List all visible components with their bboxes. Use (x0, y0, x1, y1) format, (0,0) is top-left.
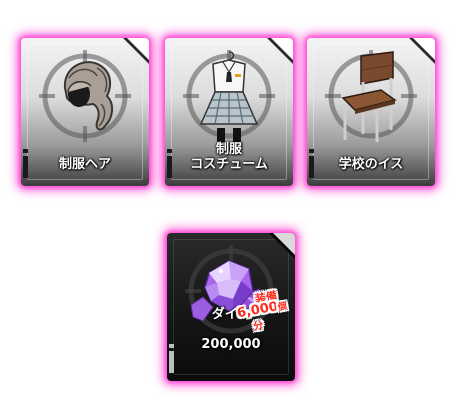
reward-card-uniform-costume[interactable]: 制服 コスチューム (165, 38, 293, 186)
reward-card-school-chair[interactable]: 学校のイス (307, 38, 435, 186)
reward-list: 制服ヘア 制服 コスチューム 学校のイス ダイヤ 200,000 装備 6,00… (0, 0, 464, 404)
reward-label: 制服ヘア (58, 157, 111, 172)
equip-count-badge: 装備 6,000個 分 (232, 283, 292, 339)
reward-label: 学校のイス (338, 157, 404, 172)
school-chair-icon (325, 50, 417, 142)
reward-label: 制服 コスチューム (190, 142, 268, 172)
uniform-costume-icon (183, 50, 275, 142)
uniform-hair-icon (39, 50, 131, 142)
reward-card-uniform-hair[interactable]: 制服ヘア (21, 38, 149, 186)
reward-quantity: 200,000 (201, 337, 261, 352)
